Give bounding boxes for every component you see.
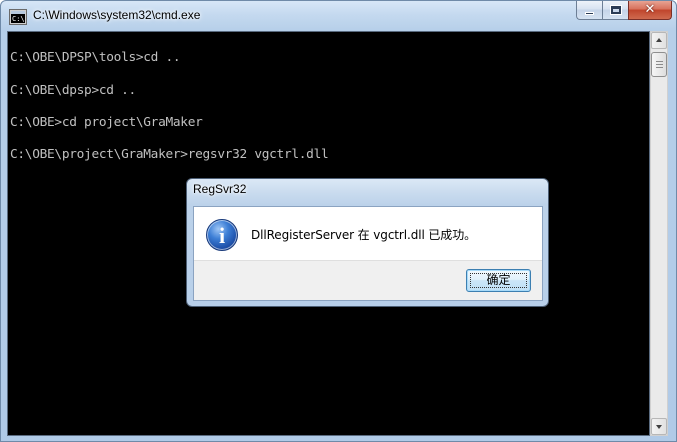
arrow-up-icon	[656, 38, 662, 42]
console-lines: C:\OBE\DPSP\tools>cd .. C:\OBE\dpsp>cd .…	[10, 42, 329, 171]
dialog-body: i DllRegisterServer 在 vgctrl.dll 已成功。 确定	[193, 206, 543, 301]
button-area: 确定	[194, 260, 542, 300]
minimize-button[interactable]	[576, 1, 602, 20]
arrow-down-icon	[656, 425, 662, 429]
window-title: C:\Windows\system32\cmd.exe	[33, 8, 201, 22]
console-line: C:\OBE>cd project\GraMaker	[10, 115, 203, 130]
dialog-message: DllRegisterServer 在 vgctrl.dll 已成功。	[251, 228, 476, 242]
grip-line	[656, 61, 663, 62]
minimize-icon	[585, 12, 594, 15]
caption-buttons: ✕	[576, 1, 672, 21]
maximize-icon	[611, 6, 621, 14]
regsvr32-dialog: RegSvr32 i DllRegisterServer 在 vgctrl.dl…	[186, 178, 549, 307]
ok-button[interactable]: 确定	[466, 269, 531, 292]
dialog-title: RegSvr32	[193, 182, 247, 196]
console-line: C:\OBE\project\GraMaker>regsvr32 vgctrl.…	[10, 147, 329, 162]
message-area: i DllRegisterServer 在 vgctrl.dll 已成功。	[194, 207, 542, 260]
grip-line	[656, 64, 663, 65]
console-line: C:\OBE\DPSP\tools>cd ..	[10, 50, 181, 65]
scroll-down-button[interactable]	[651, 418, 667, 435]
scroll-thumb[interactable]	[651, 52, 667, 77]
focus-rect	[470, 273, 527, 288]
close-button[interactable]: ✕	[628, 1, 672, 20]
close-icon: ✕	[644, 2, 656, 17]
maximize-button[interactable]	[602, 1, 628, 20]
info-icon: i	[206, 219, 238, 251]
console-line: C:\OBE\dpsp>cd ..	[10, 83, 136, 98]
cmd-app-icon[interactable]: C:\	[10, 10, 26, 24]
app-icon-text: C:\	[12, 15, 25, 23]
grip-line	[656, 67, 663, 68]
title-bar[interactable]: C:\ C:\Windows\system32\cmd.exe ✕	[1, 1, 676, 32]
scroll-up-button[interactable]	[651, 32, 667, 49]
vertical-scrollbar[interactable]	[650, 31, 668, 436]
